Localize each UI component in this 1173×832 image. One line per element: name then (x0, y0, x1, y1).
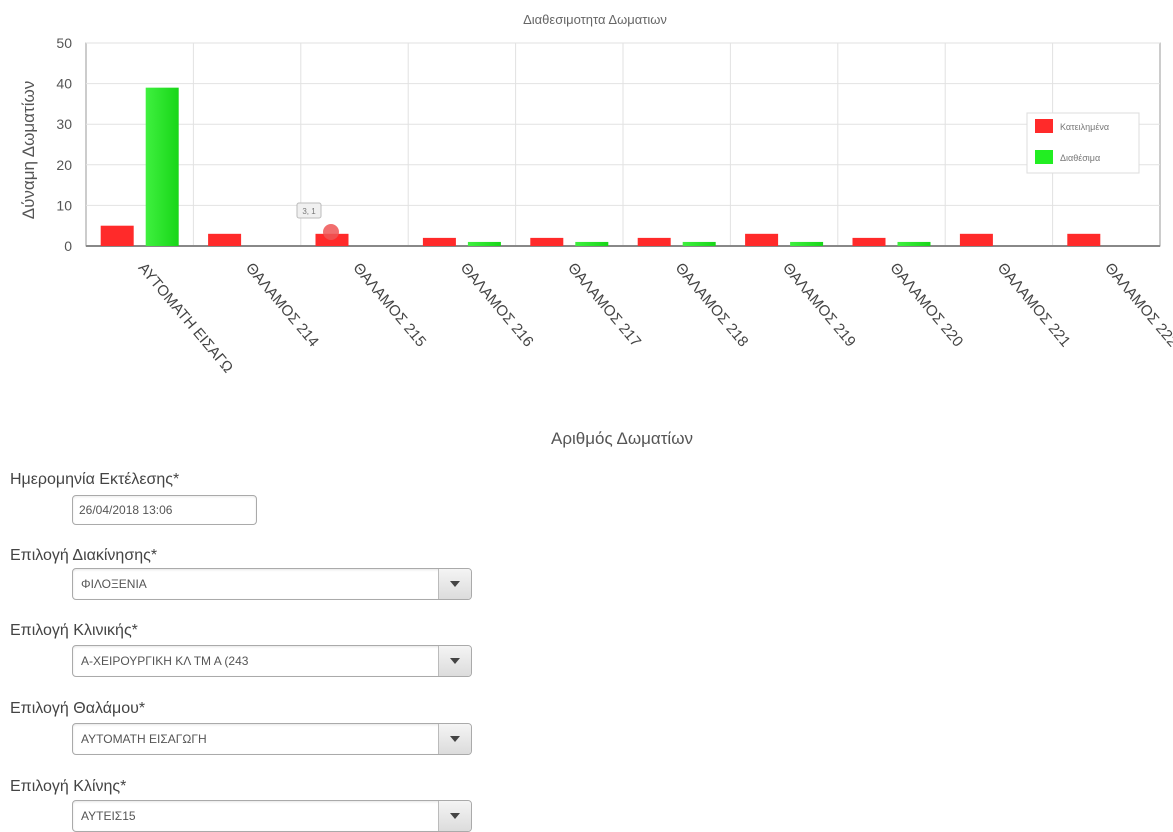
legend-label-available: Διαθέσιμα (1060, 153, 1100, 163)
bar-available[interactable] (467, 241, 501, 246)
x-tick-label: ΘΑΛΑΜΟΣ 222 (1101, 260, 1173, 351)
bar-available[interactable] (897, 241, 931, 246)
chevron-down-icon (450, 581, 460, 587)
ward-select-value: ΑΥΤΟΜΑΤΗ ΕΙΣΑΓΩΓΗ (81, 732, 207, 746)
bar-available[interactable] (145, 87, 179, 246)
bar-occupied[interactable] (208, 233, 242, 246)
y-tick-label: 10 (56, 197, 72, 213)
bed-select[interactable]: ΑΥΤΕΙΣ15 (72, 800, 472, 832)
bar-occupied[interactable] (852, 237, 886, 246)
legend-swatch-occupied[interactable] (1035, 119, 1053, 133)
movement-select[interactable]: ΦΙΛΟΞΕΝΙΑ (72, 568, 472, 600)
x-tick-label: ΘΑΛΑΜΟΣ 220 (886, 260, 966, 351)
x-tick-label: ΘΑΛΑΜΟΣ 219 (779, 260, 859, 351)
clinic-dropdown-arrow[interactable] (438, 646, 471, 676)
y-tick-label: 30 (56, 116, 72, 132)
movement-dropdown-arrow[interactable] (438, 569, 471, 599)
legend-swatch-available[interactable] (1035, 150, 1053, 164)
room-availability-chart: Διαθεσιμοτητα Δωματιων Δύναμη Δωματίων Α… (19, 12, 1173, 448)
bar-occupied[interactable] (637, 237, 671, 246)
legend-label-occupied: Κατειλημένα (1060, 122, 1109, 132)
bar-occupied[interactable] (959, 233, 993, 246)
bar-occupied[interactable] (530, 237, 564, 246)
hover-marker (323, 224, 339, 240)
x-tick-label: ΑΥΤΟΜΑΤΗ ΕΙΣΑΓΩ (135, 260, 237, 377)
bar-occupied[interactable] (745, 233, 779, 246)
bar-occupied[interactable] (422, 237, 456, 246)
y-axis-label: Δύναμη Δωματίων (19, 81, 38, 220)
x-tick-label: ΘΑΛΑΜΟΣ 217 (564, 260, 644, 351)
bed-select-value: ΑΥΤΕΙΣ15 (81, 809, 136, 823)
form-clinic-label: Επιλογή Κλινικής* (10, 622, 138, 639)
y-tick-label: 40 (56, 76, 72, 92)
form-date-label: Ημερομηνία Εκτέλεσης* (10, 471, 180, 488)
form-bed-label: Επιλογή Κλίνης* (10, 778, 127, 795)
chart-legend: Κατειλημένα Διαθέσιμα (1026, 112, 1140, 174)
tooltip-text: 3, 1 (302, 207, 316, 216)
x-tick-label: ΘΑΛΑΜΟΣ 214 (242, 260, 322, 351)
x-tick-label: ΘΑΛΑΜΟΣ 215 (349, 260, 429, 351)
form-movement-label: Επιλογή Διακίνησης* (10, 547, 158, 564)
ward-select[interactable]: ΑΥΤΟΜΑΤΗ ΕΙΣΑΓΩΓΗ (72, 723, 472, 755)
bar-available[interactable] (575, 241, 609, 246)
chart-title: Διαθεσιμοτητα Δωματιων (523, 12, 667, 27)
chevron-down-icon (450, 736, 460, 742)
bed-dropdown-arrow[interactable] (438, 801, 471, 831)
bar-available[interactable] (790, 241, 824, 246)
form-ward-label: Επιλογή Θαλάμου* (10, 700, 146, 717)
bar-available[interactable] (682, 241, 716, 246)
ward-dropdown-arrow[interactable] (438, 724, 471, 754)
chevron-down-icon (450, 658, 460, 664)
y-tick-label: 50 (56, 35, 72, 51)
bar-occupied[interactable] (1067, 233, 1101, 246)
clinic-select[interactable]: Α-ΧΕΙΡΟΥΡΓΙΚΗ ΚΛ ΤΜ Α (243 (72, 645, 472, 677)
movement-select-value: ΦΙΛΟΞΕΝΙΑ (81, 577, 147, 591)
clinic-select-value: Α-ΧΕΙΡΟΥΡΓΙΚΗ ΚΛ ΤΜ Α (243 (81, 654, 249, 668)
y-tick-label: 0 (64, 238, 72, 254)
bar-occupied[interactable] (100, 225, 134, 246)
x-tick-label: ΘΑΛΑΜΟΣ 221 (994, 260, 1074, 351)
chevron-down-icon (450, 813, 460, 819)
x-tick-label: ΘΑΛΑΜΟΣ 218 (672, 260, 752, 351)
date-input[interactable] (72, 495, 257, 525)
y-tick-label: 20 (56, 157, 72, 173)
x-axis-label: Αριθμός Δωματίων (551, 429, 693, 448)
x-tick-label: ΘΑΛΑΜΟΣ 216 (457, 260, 537, 351)
